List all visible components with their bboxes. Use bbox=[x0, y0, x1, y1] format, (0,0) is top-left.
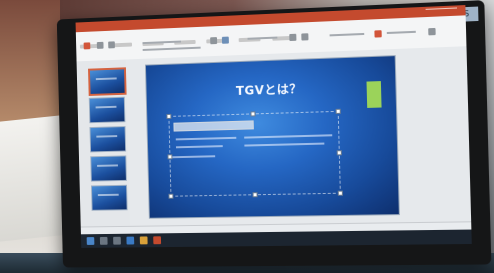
slide-thumbnail[interactable] bbox=[88, 67, 127, 96]
slide-thumbnail[interactable] bbox=[89, 126, 127, 153]
resize-handle[interactable] bbox=[168, 193, 174, 199]
resize-handle[interactable] bbox=[166, 113, 172, 119]
paste-icon[interactable] bbox=[83, 42, 91, 50]
thumbnail-text bbox=[95, 105, 117, 109]
browser-icon[interactable] bbox=[126, 236, 135, 245]
powerpoint-icon[interactable] bbox=[153, 236, 162, 245]
thumbnail-text bbox=[95, 77, 117, 81]
drawing-tools[interactable] bbox=[329, 32, 365, 37]
resize-handle[interactable] bbox=[250, 111, 256, 117]
editing-tools[interactable] bbox=[386, 30, 416, 35]
slide-editor[interactable]: TGVとは？ bbox=[125, 46, 472, 226]
slide-thumbnail-pane bbox=[76, 59, 131, 227]
align-icon[interactable] bbox=[221, 36, 229, 44]
current-slide[interactable]: TGVとは？ bbox=[144, 55, 400, 219]
find-icon[interactable] bbox=[374, 30, 382, 38]
slide-thumbnail[interactable] bbox=[90, 155, 127, 182]
search-icon[interactable] bbox=[99, 236, 108, 245]
new-slide-icon[interactable] bbox=[96, 41, 104, 49]
body-text-line bbox=[172, 155, 216, 159]
resize-handle[interactable] bbox=[336, 150, 342, 156]
thumbnail-text bbox=[97, 164, 118, 167]
folder-icon[interactable] bbox=[139, 236, 148, 245]
slide-title[interactable]: TGVとは？ bbox=[146, 77, 395, 102]
resize-handle[interactable] bbox=[337, 190, 343, 196]
windows-start-icon[interactable] bbox=[86, 237, 95, 245]
slide-thumbnail[interactable] bbox=[90, 184, 128, 211]
slide-text-box[interactable] bbox=[166, 108, 343, 199]
body-text-line bbox=[244, 134, 333, 139]
font-format-tools[interactable] bbox=[142, 46, 201, 51]
body-text-line bbox=[175, 145, 223, 149]
paragraph-icon[interactable] bbox=[210, 37, 218, 45]
thumbnail-text bbox=[96, 135, 118, 138]
resize-handle[interactable] bbox=[252, 192, 258, 198]
arrange-icon[interactable] bbox=[301, 33, 309, 41]
task-view-icon[interactable] bbox=[113, 236, 121, 245]
shapes-icon[interactable] bbox=[289, 33, 297, 42]
layout-icon[interactable] bbox=[108, 41, 115, 49]
body-text-line bbox=[244, 142, 325, 147]
green-shape[interactable] bbox=[366, 81, 382, 108]
window-controls[interactable] bbox=[425, 7, 458, 16]
resize-handle[interactable] bbox=[335, 108, 341, 114]
slide-thumbnail[interactable] bbox=[88, 96, 126, 124]
resize-handle[interactable] bbox=[167, 154, 173, 160]
share-icon[interactable] bbox=[428, 27, 436, 36]
laptop-screen: TGVとは？ bbox=[75, 5, 472, 248]
body-text-line bbox=[175, 136, 237, 141]
selected-text bbox=[173, 120, 254, 132]
photo-scene: E40TOS bbox=[0, 0, 494, 273]
laptop: E40TOS bbox=[56, 0, 492, 268]
thumbnail-text bbox=[97, 193, 119, 197]
